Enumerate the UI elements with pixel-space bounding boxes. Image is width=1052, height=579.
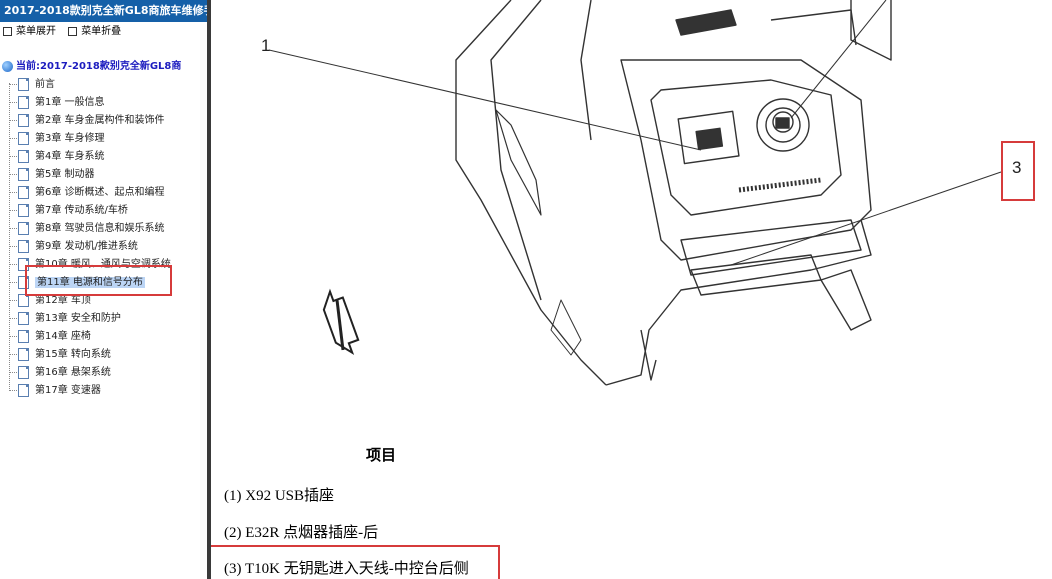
tree-item-label: 第15章 转向系统 <box>35 349 111 360</box>
document-icon <box>18 221 29 235</box>
tree-item[interactable]: 第13章 安全和防护 <box>9 310 121 328</box>
tree-item-label: 第14章 座椅 <box>35 331 91 342</box>
document-icon <box>18 347 29 361</box>
tree-item[interactable]: 第9章 发动机/推进系统 <box>9 238 138 256</box>
tree-item[interactable]: 第6章 诊断概述、起点和编程 <box>9 184 165 202</box>
tree-connector-branch <box>9 371 17 373</box>
document-icon <box>18 95 29 109</box>
tree-item[interactable]: 第5章 制动器 <box>9 166 95 184</box>
tree-item[interactable]: 第3章 车身修理 <box>9 130 105 148</box>
tree-item[interactable]: 第2章 车身金属构件和装饰件 <box>9 112 165 130</box>
tree-connector-branch <box>9 389 17 391</box>
legend-title: 项目 <box>366 448 397 464</box>
tree-connector-branch <box>9 191 17 193</box>
document-icon <box>18 167 29 181</box>
current-document-label: 当前:2017-2018款别克全新GL8商 <box>16 61 182 72</box>
document-icon <box>18 365 29 379</box>
legend-item: (2) E32R 点烟器插座-后 <box>224 525 379 541</box>
tree-item-label: 前言 <box>35 79 55 90</box>
tree-item[interactable]: 第15章 转向系统 <box>9 346 111 364</box>
tree-item[interactable]: 第4章 车身系统 <box>9 148 105 166</box>
navigation-panel: 2017-2018款别克全新GL8商旅车维修手 菜单展开 菜单折叠 当前:201… <box>0 0 207 579</box>
tree-connector-branch <box>9 317 17 319</box>
tree-connector-branch <box>9 209 17 211</box>
callout-3-highlight-box <box>1001 141 1035 201</box>
legend-item-3-highlight-box <box>211 545 500 579</box>
document-icon <box>18 311 29 325</box>
tree-item-label: 第8章 驾驶员信息和娱乐系统 <box>35 223 165 234</box>
tree-connector-branch <box>9 173 17 175</box>
tree-item[interactable]: 第16章 悬架系统 <box>9 364 111 382</box>
tree-item-label: 第17章 变速器 <box>35 385 101 396</box>
square-icon <box>68 26 78 36</box>
legend-item: (1) X92 USB插座 <box>224 488 335 504</box>
tree-item-label: 第2章 车身金属构件和装饰件 <box>35 115 165 126</box>
globe-icon <box>2 60 13 72</box>
content-panel: 1 3 项目 (1) X92 USB插座 (2) E32R 点烟器插座-后 (3… <box>211 0 1052 579</box>
tree-connector-branch <box>9 137 17 139</box>
document-icon <box>18 113 29 127</box>
tree-item-label: 第6章 诊断概述、起点和编程 <box>35 187 165 198</box>
tree-item-label: 第13章 安全和防护 <box>35 313 121 324</box>
tree-connector-branch <box>9 227 17 229</box>
expand-menu-label: 菜单展开 <box>16 26 56 37</box>
tree-item-label: 第16章 悬架系统 <box>35 367 111 378</box>
document-icon <box>18 77 29 91</box>
selection-highlight-box <box>25 265 172 296</box>
tree-connector-branch <box>9 281 17 283</box>
tree-item[interactable]: 第17章 变速器 <box>9 382 101 400</box>
current-document[interactable]: 当前:2017-2018款别克全新GL8商 <box>2 58 207 76</box>
tree-item-label: 第9章 发动机/推进系统 <box>35 241 138 252</box>
tree-connector-branch <box>9 155 17 157</box>
tree-item[interactable]: 第7章 传动系统/车桥 <box>9 202 128 220</box>
tree-connector-branch <box>9 245 17 247</box>
tree-connector-branch <box>9 263 17 265</box>
callout-1: 1 <box>261 36 271 55</box>
collapse-menu-button[interactable]: 菜单折叠 <box>68 23 121 41</box>
expand-menu-button[interactable]: 菜单展开 <box>3 23 56 41</box>
menu-bar: 菜单展开 菜单折叠 <box>0 23 207 41</box>
tree-item-label: 第4章 车身系统 <box>35 151 105 162</box>
document-icon <box>18 383 29 397</box>
tree-item[interactable]: 第8章 驾驶员信息和娱乐系统 <box>9 220 165 238</box>
tree-item[interactable]: 第1章 一般信息 <box>9 94 105 112</box>
document-icon <box>18 203 29 217</box>
tree-connector-branch <box>9 101 17 103</box>
document-icon <box>18 131 29 145</box>
document-icon <box>18 239 29 253</box>
document-icon <box>18 149 29 163</box>
tree-item-label: 第12章 车顶 <box>35 295 91 306</box>
tree-item-label: 第7章 传动系统/车桥 <box>35 205 128 216</box>
collapse-menu-label: 菜单折叠 <box>81 26 122 37</box>
tree-item-label: 第5章 制动器 <box>35 169 95 180</box>
tree-item[interactable]: 第14章 座椅 <box>9 328 91 346</box>
tree-connector-branch <box>9 353 17 355</box>
document-icon <box>18 329 29 343</box>
tree-item-label: 第3章 车身修理 <box>35 133 105 144</box>
console-diagram <box>268 0 1002 386</box>
tree-item-label: 第1章 一般信息 <box>35 97 105 108</box>
tree-connector-branch <box>9 299 17 301</box>
square-icon <box>3 26 12 36</box>
tree-connector-branch <box>9 335 17 337</box>
app-title: 2017-2018款别克全新GL8商旅车维修手 <box>0 0 207 22</box>
document-icon <box>18 185 29 199</box>
tree-item[interactable]: 前言 <box>9 76 55 94</box>
tree-connector-branch <box>9 119 17 121</box>
tree-connector-branch <box>9 83 17 85</box>
